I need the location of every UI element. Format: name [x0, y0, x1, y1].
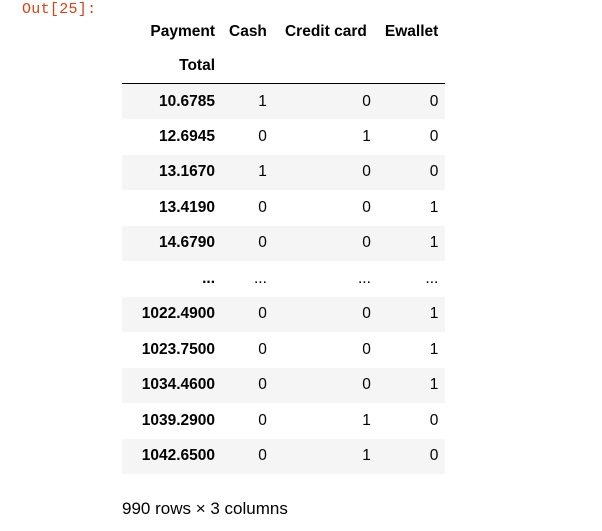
column-header-cash: Cash [229, 22, 267, 40]
cell-credit-card: 0 [362, 234, 371, 252]
row-index: 1039.2900 [141, 411, 215, 429]
cell-credit-card: 1 [362, 447, 371, 465]
row-index: 1023.7500 [141, 340, 215, 358]
cell-ewallet: 0 [429, 92, 439, 110]
index-name-spacer [222, 49, 274, 84]
cell-ewallet: 1 [429, 198, 439, 216]
cell-ewallet: 1 [429, 305, 439, 323]
table-row: 14.6790 0 0 1 [122, 225, 446, 261]
row-index: 13.4190 [158, 198, 215, 216]
cell-ewallet: 1 [429, 376, 439, 394]
cell-cash: 0 [258, 127, 267, 145]
cell-ewallet: 1 [429, 340, 439, 358]
cell-credit-card: 0 [362, 198, 371, 216]
cell-ewallet: 0 [429, 447, 439, 465]
table-row: 1042.6500 0 1 0 [122, 438, 446, 474]
cell-cash: 0 [258, 340, 267, 358]
table-row: 1022.4900 0 0 1 [122, 296, 446, 332]
column-header-credit-card: Credit card [284, 22, 367, 40]
row-index: 1034.4600 [141, 376, 215, 394]
row-index: 13.1670 [158, 163, 215, 181]
table-row: 10.6785 1 0 0 [122, 83, 446, 119]
cell-cash: 0 [258, 447, 267, 465]
row-index: 10.6785 [158, 92, 215, 110]
cell-ewallet: 0 [429, 163, 439, 181]
cell-ewallet: 0 [429, 127, 439, 145]
cell-cash: 0 [258, 234, 267, 252]
cell-cash: ... [253, 269, 267, 287]
table-row: 13.4190 0 0 1 [122, 190, 445, 226]
row-index: 1022.4900 [141, 305, 215, 323]
index-name-spacer [273, 49, 378, 84]
index-name-label: Total [122, 49, 222, 84]
dataframe-table: Payment Cash Credit card Ewallet Total 1… [122, 14, 446, 474]
table-row-ellipsis: ... ... ... ... [122, 261, 445, 297]
row-index: 12.6945 [158, 127, 215, 145]
index-name-spacer [377, 49, 446, 84]
table-row: 1023.7500 0 0 1 [122, 332, 445, 368]
row-index: ... [202, 269, 215, 287]
cell-credit-card: 0 [362, 305, 371, 323]
cell-cash: 1 [258, 92, 267, 110]
table-header: Payment Cash Credit card Ewallet Total [122, 14, 446, 84]
cell-credit-card: ... [357, 269, 371, 287]
cell-credit-card: 1 [362, 127, 371, 145]
index-name-row: Total [122, 49, 446, 84]
table-row: 12.6945 0 1 0 [122, 119, 445, 155]
cell-credit-card: 0 [362, 340, 371, 358]
column-header-row: Payment Cash Credit card Ewallet [122, 14, 445, 49]
output-prompt: Out[25]: [22, 1, 97, 18]
cell-cash: 0 [258, 376, 267, 394]
cell-ewallet: 1 [429, 234, 439, 252]
row-index: 14.6790 [158, 234, 215, 252]
cell-cash: 0 [258, 198, 267, 216]
table-body: 10.6785 1 0 0 12.6945 0 1 0 13.1670 1 0 … [122, 83, 446, 474]
cell-credit-card: 0 [362, 92, 371, 110]
cell-cash: 1 [258, 163, 267, 181]
cell-cash: 0 [258, 411, 267, 429]
columns-name-label: Payment [150, 22, 215, 40]
cell-credit-card: 0 [362, 163, 371, 181]
cell-ewallet: ... [425, 269, 439, 287]
table-row: 1039.2900 0 1 0 [122, 403, 445, 439]
row-index: 1042.6500 [141, 447, 215, 465]
cell-credit-card: 0 [362, 376, 371, 394]
table-row: 13.1670 1 0 0 [122, 154, 446, 190]
column-header-ewallet: Ewallet [384, 22, 439, 40]
cell-ewallet: 0 [429, 411, 439, 429]
cell-cash: 0 [258, 305, 267, 323]
cell-credit-card: 1 [362, 411, 371, 429]
table-row: 1034.4600 0 0 1 [122, 367, 446, 403]
dataframe-shape-summary: 990 rows × 3 columns [122, 499, 288, 518]
dataframe-output: Payment Cash Credit card Ewallet Total 1… [122, 14, 446, 474]
